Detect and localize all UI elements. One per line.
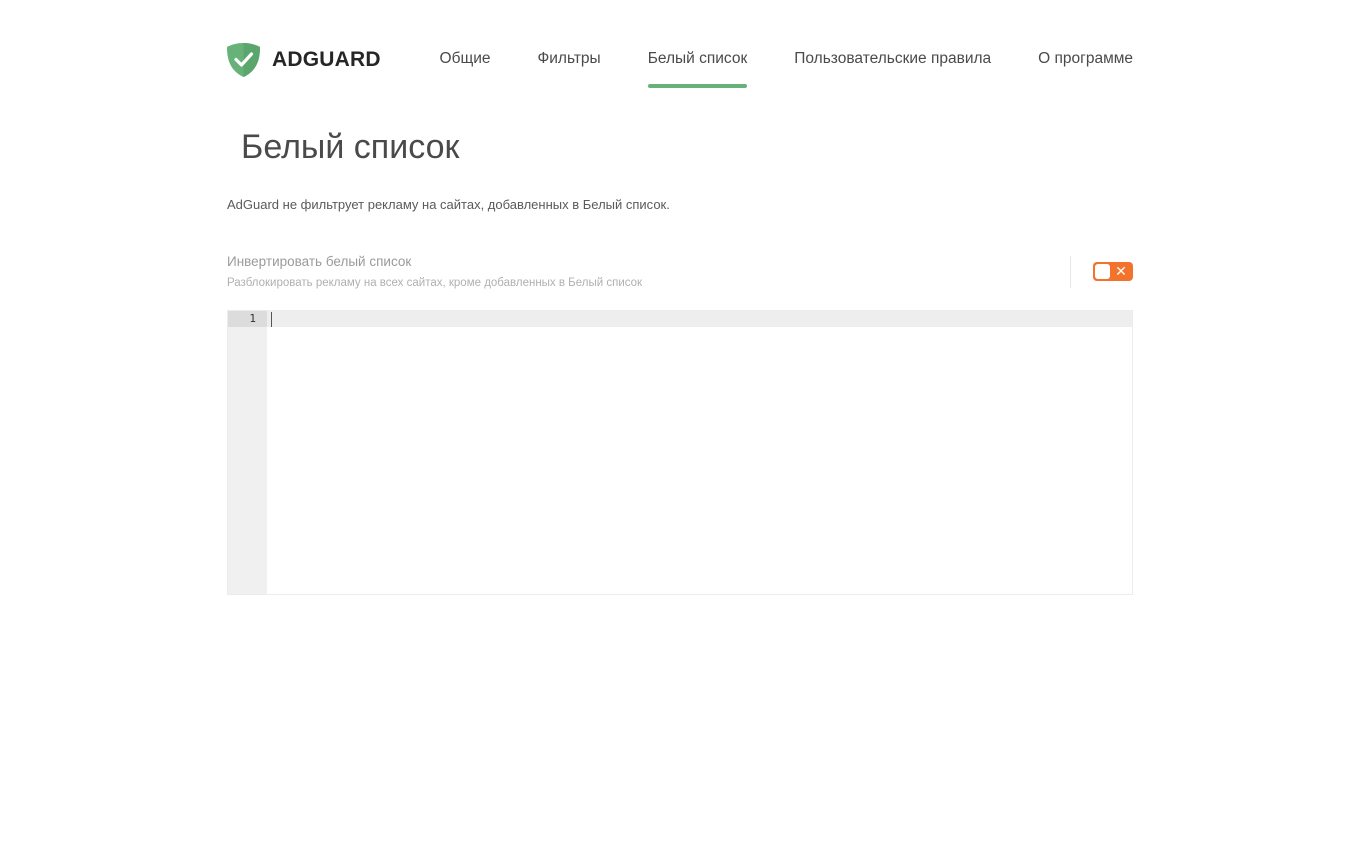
nav-item-general[interactable]: Общие <box>440 40 491 88</box>
toggle-knob <box>1095 264 1110 279</box>
close-icon: ✕ <box>1115 263 1127 279</box>
nav-item-whitelist[interactable]: Белый список <box>647 40 747 88</box>
editor-gutter <box>228 311 267 594</box>
main-nav: Общие Фильтры Белый список Пользовательс… <box>393 40 1133 88</box>
header: ADGUARD Общие Фильтры Белый список Польз… <box>227 0 1133 90</box>
divider <box>1070 256 1071 288</box>
line-number: 1 <box>249 312 256 325</box>
content-container: ADGUARD Общие Фильтры Белый список Польз… <box>227 0 1133 595</box>
nav-item-user-rules[interactable]: Пользовательские правила <box>794 40 991 88</box>
brand-name: ADGUARD <box>272 48 381 71</box>
setting-title: Инвертировать белый список <box>227 254 412 269</box>
setting-description: Разблокировать рекламу на всех сайтах, к… <box>227 277 643 289</box>
page-description: AdGuard не фильтрует рекламу на сайтах, … <box>227 197 670 212</box>
nav-item-about[interactable]: О программе <box>1038 40 1133 88</box>
shield-check-icon <box>227 43 260 77</box>
invert-whitelist-toggle[interactable]: ✕ <box>1093 262 1133 281</box>
editor-line-text[interactable] <box>274 311 1128 327</box>
nav-item-filters[interactable]: Фильтры <box>537 40 600 88</box>
options-page: ADGUARD Общие Фильтры Белый список Польз… <box>0 0 1360 850</box>
page-title: Белый список <box>241 128 460 166</box>
whitelist-editor[interactable]: 1 <box>227 310 1133 595</box>
invert-whitelist-setting: Инвертировать белый список Разблокироват… <box>227 254 1133 294</box>
adguard-logo[interactable]: ADGUARD <box>227 43 381 77</box>
text-cursor <box>271 312 272 327</box>
